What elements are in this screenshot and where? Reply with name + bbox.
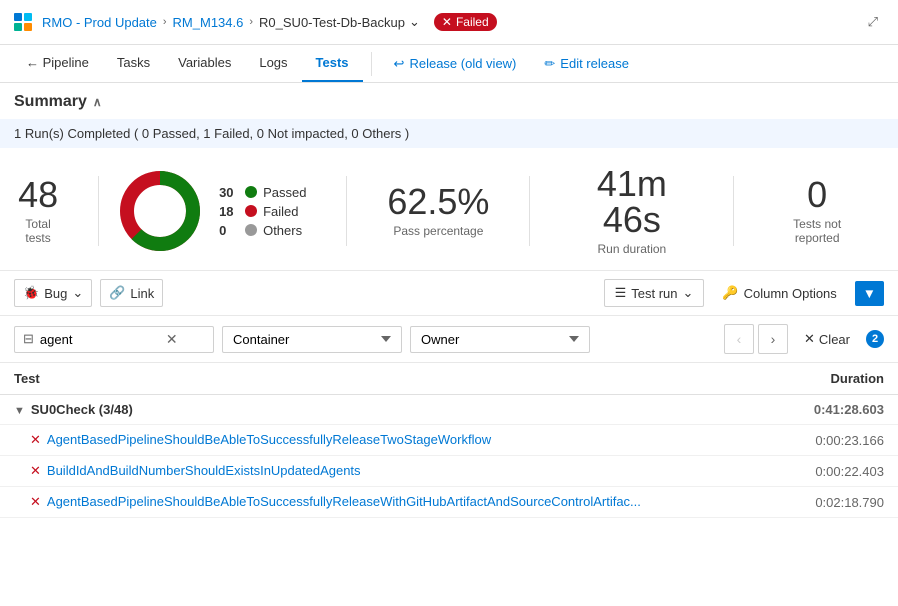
group-name: SU0Check (3/48)	[31, 402, 133, 417]
search-input[interactable]	[40, 332, 160, 347]
test-duration: 0:02:18.790	[766, 487, 898, 518]
group-duration: 0:41:28.603	[766, 395, 898, 425]
breadcrumb-project[interactable]: RMO - Prod Update	[42, 15, 157, 30]
nav-divider	[371, 52, 372, 76]
test-name[interactable]: AgentBasedPipelineShouldBeAbleToSuccessf…	[47, 494, 641, 509]
tab-tasks[interactable]: Tasks	[103, 45, 164, 82]
table-row: ✕ AgentBasedPipelineShouldBeAbleToSuccess…	[0, 487, 898, 518]
test-run-dropdown-icon: ⌄	[682, 285, 693, 301]
legend-failed: 18 Failed	[219, 204, 306, 219]
owner-filter[interactable]: Owner	[410, 326, 590, 353]
filter-row: ⊟ ✕ Container Owner ‹ › ✕ Clear 2	[0, 316, 898, 363]
azure-devops-icon	[12, 11, 34, 33]
stat-divider-1	[98, 176, 99, 246]
group-toggle[interactable]: ▼	[14, 405, 25, 417]
breadcrumb: RMO - Prod Update › RM_M134.6 › R0_SU0-T…	[42, 13, 497, 31]
test-run-button[interactable]: ☰ Test run ⌄	[604, 279, 705, 307]
test-duration: 0:00:23.166	[766, 425, 898, 456]
failed-dot	[245, 205, 257, 217]
test-name[interactable]: AgentBasedPipelineShouldBeAbleToSuccessf…	[47, 432, 491, 447]
test-name[interactable]: BuildIdAndBuildNumberShouldExistsInUpdat…	[47, 463, 361, 478]
stats-row: 48 Total tests 30 Passed 18 Failed	[0, 156, 898, 271]
bug-button[interactable]: 🐞 Bug ⌄	[14, 279, 92, 307]
link-icon: 🔗	[109, 285, 125, 301]
total-tests-number: 48	[14, 177, 62, 213]
test-table-wrap: Test Duration ▼ SU0Check (3/48) 0:41:28.60…	[0, 363, 898, 599]
filter-icon: ▼	[863, 286, 876, 301]
run-duration-stat: 41m 46s Run duration	[546, 166, 717, 256]
table-header-row: Test Duration	[0, 363, 898, 395]
donut-svg	[115, 166, 205, 256]
breadcrumb-sep-1: ›	[163, 16, 167, 28]
tab-back[interactable]: ← Pipeline	[12, 45, 103, 82]
legend-others: 0 Others	[219, 223, 306, 238]
search-input-wrap: ⊟ ✕	[14, 326, 214, 353]
summary-section: Summary ∧	[0, 83, 898, 111]
run-duration-label: Run duration	[570, 242, 693, 256]
table-row: ✕ AgentBasedPipelineShouldBeAbleToSuccess…	[0, 425, 898, 456]
fail-icon: ✕	[30, 463, 41, 478]
clear-x-icon: ✕	[804, 331, 815, 347]
pass-pct-label: Pass percentage	[387, 224, 489, 238]
breadcrumb-release[interactable]: RM_M134.6	[173, 15, 244, 30]
not-reported-label: Tests not reported	[774, 217, 860, 245]
not-reported-stat: 0 Tests not reported	[750, 177, 884, 245]
stat-divider-4	[733, 176, 734, 246]
fail-icon: ✕	[30, 494, 41, 509]
pagination-arrows: ‹ ›	[724, 324, 788, 354]
stat-divider-2	[346, 176, 347, 246]
status-badge: ✕ Failed	[434, 13, 497, 31]
tab-variables[interactable]: Variables	[164, 45, 245, 82]
table-row: ▼ SU0Check (3/48) 0:41:28.603	[0, 395, 898, 425]
container-filter[interactable]: Container	[222, 326, 402, 353]
nav-release-old-view[interactable]: ↩ Release (old view)	[380, 46, 531, 82]
others-dot	[245, 224, 257, 236]
not-reported-number: 0	[774, 177, 860, 213]
summary-header[interactable]: Summary ∧	[14, 93, 884, 111]
total-tests-stat: 48 Total tests	[14, 177, 82, 245]
filter-funnel-icon: ⊟	[23, 331, 34, 347]
toolbar-right: ☰ Test run ⌄ 🔑 Column Options ▼	[604, 279, 884, 307]
pass-pct-number: 62.5%	[387, 184, 489, 220]
col-duration: Duration	[766, 363, 898, 395]
test-run-icon: ☰	[615, 285, 627, 301]
col-test: Test	[0, 363, 766, 395]
tab-tests[interactable]: Tests	[302, 45, 363, 82]
prev-page-button[interactable]: ‹	[724, 324, 754, 354]
header: RMO - Prod Update › RM_M134.6 › R0_SU0-T…	[0, 0, 898, 45]
bug-dropdown-icon: ⌄	[72, 285, 83, 301]
fail-icon: ✕	[30, 432, 41, 447]
link-button[interactable]: 🔗 Link	[100, 279, 163, 307]
nav-tabs: ← Pipeline Tasks Variables Logs Tests ↩ …	[0, 45, 898, 83]
passed-dot	[245, 186, 257, 198]
nav-edit-release[interactable]: ✏ Edit release	[530, 46, 643, 82]
breadcrumb-sep-2: ›	[249, 16, 253, 28]
tab-logs[interactable]: Logs	[245, 45, 301, 82]
next-page-button[interactable]: ›	[758, 324, 788, 354]
summary-caret-icon: ∧	[93, 95, 102, 109]
column-options-icon: 🔑	[722, 285, 738, 301]
filter-button[interactable]: ▼	[855, 281, 884, 306]
search-clear-icon[interactable]: ✕	[166, 331, 178, 348]
toolbar: 🐞 Bug ⌄ 🔗 Link ☰ Test run ⌄ 🔑 Column Opt…	[0, 271, 898, 316]
chart-legend: 30 Passed 18 Failed 0 Others	[219, 185, 306, 238]
table-row: ✕ BuildIdAndBuildNumberShouldExistsInUpda…	[0, 456, 898, 487]
total-tests-label: Total tests	[14, 217, 62, 245]
column-options-button[interactable]: 🔑 Column Options	[712, 280, 846, 306]
test-duration: 0:00:22.403	[766, 456, 898, 487]
legend-passed: 30 Passed	[219, 185, 306, 200]
clear-filters-button[interactable]: ✕ Clear	[796, 326, 858, 352]
active-filter-count: 2	[866, 330, 884, 348]
stats-banner: 1 Run(s) Completed ( 0 Passed, 1 Failed,…	[0, 119, 898, 148]
donut-chart	[115, 166, 205, 256]
logo	[12, 11, 34, 33]
test-table: Test Duration ▼ SU0Check (3/48) 0:41:28.60…	[0, 363, 898, 518]
breadcrumb-stage[interactable]: R0_SU0-Test-Db-Backup ⌄	[259, 14, 420, 30]
bug-icon: 🐞	[23, 285, 39, 301]
run-duration-number: 41m 46s	[570, 166, 693, 238]
stat-divider-3	[529, 176, 530, 246]
summary-title: Summary	[14, 93, 87, 111]
expand-button[interactable]: ⤢	[860, 6, 886, 38]
pass-pct-stat: 62.5% Pass percentage	[363, 184, 513, 238]
